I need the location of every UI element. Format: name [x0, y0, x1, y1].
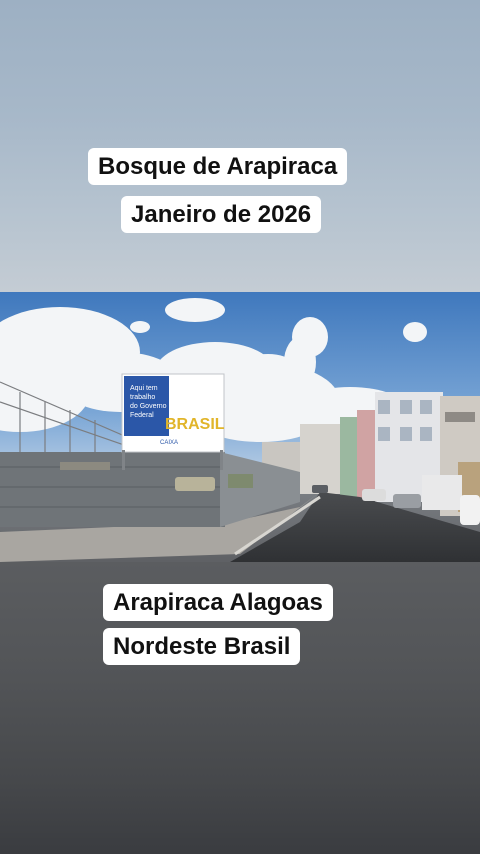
title-caption: Bosque de Arapiraca [88, 148, 348, 185]
billboard-text-1: Aqui tem [130, 385, 158, 392]
blurred-background-top [0, 0, 480, 292]
city-state-caption: Arapiraca Alagoas [103, 584, 333, 621]
region-country-caption: Nordeste Brasil [103, 628, 301, 665]
billboard-brand: BRASIL [165, 416, 225, 433]
billboard-footer: CAIXA [160, 440, 178, 446]
street-photo: Aqui tem trabalho do Governo Federal BRA… [0, 292, 480, 562]
billboard-text-4: Federal [130, 412, 154, 419]
date-caption: Janeiro de 2026 [121, 196, 322, 233]
billboard-text-3: do Governo [130, 403, 167, 410]
billboard-text-2: trabalho [130, 394, 155, 401]
